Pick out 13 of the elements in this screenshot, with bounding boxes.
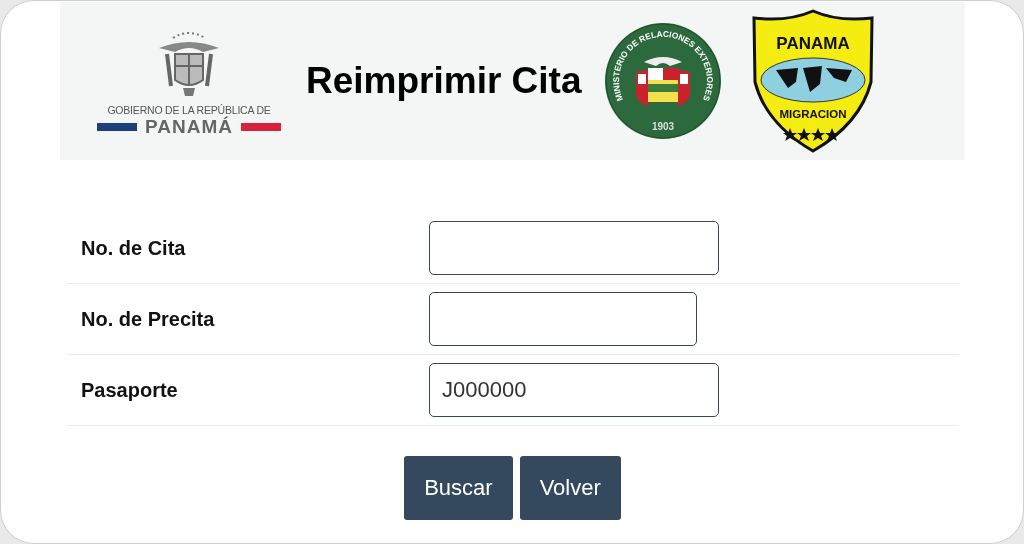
field-label: Pasaporte (81, 378, 179, 402)
text-input[interactable] (429, 221, 719, 275)
text-input[interactable]: J000000 (429, 363, 719, 417)
flag-stripe (97, 123, 137, 131)
search-button[interactable]: Buscar (404, 456, 513, 520)
field-label: No. de Precita (81, 307, 216, 331)
page-title: Reimprimir Cita (306, 60, 582, 102)
country-name: PANAMÁ (145, 116, 233, 138)
flag-stripe (241, 123, 281, 131)
text-input[interactable] (429, 292, 697, 346)
back-button[interactable]: Volver (519, 456, 621, 520)
government-caption: GOBIERNO DE LA REPÚBLICA DE (107, 104, 271, 116)
field-label: No. de Cita (81, 236, 187, 260)
